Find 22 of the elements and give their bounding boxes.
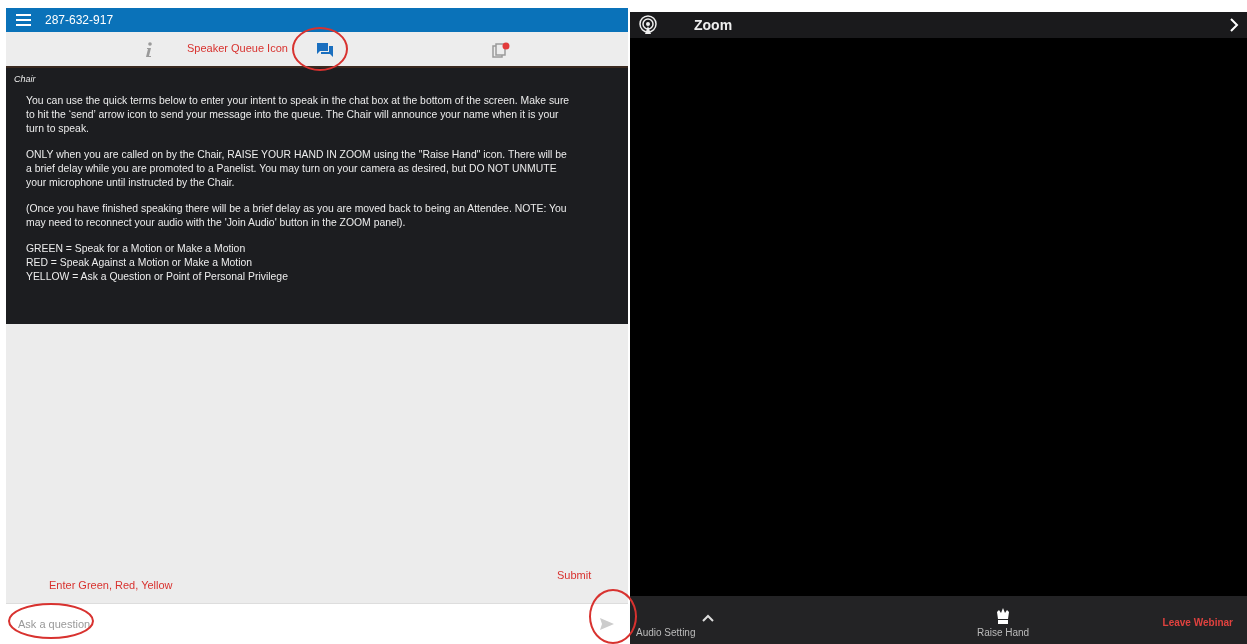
info-icon <box>145 42 153 58</box>
message-paragraph: ONLY when you are called on by the Chair, RAISE YOUR HAND IN ZOOM using the "Raise Hand" icon. There will be a brief delay while you are promoted to a Panelist. You may turn on your camera as desired, but DO NOT UNMUTE your microphone until instructed by the Chair. <box>26 148 568 190</box>
annotation-label: Submit <box>557 569 592 581</box>
annotation-circle <box>589 589 637 644</box>
send-icon <box>600 618 614 630</box>
broadcast-icon <box>638 15 658 35</box>
meeting-id: 287-632-917 <box>45 13 114 27</box>
annotation-circle <box>292 27 348 71</box>
chevron-right-icon[interactable] <box>1229 18 1239 32</box>
raise-hand-button[interactable]: Raise Hand <box>976 607 1030 638</box>
audio-setting-button[interactable]: Audio Setting <box>636 627 696 638</box>
message-paragraph: (Once you have finished speaking there will be a brief delay as you are moved back to being an Attendee. NOTE: You may need to reconnect your audio with the 'Join Audio' button in the ZOOM panel). <box>26 202 568 230</box>
caret-up-icon[interactable] <box>701 614 714 622</box>
message-paragraph: GREEN = Speak for a Motion or Make a Motion RED = Speak Against a Motion or Make a Motion YELLOW = Ask a Question or Point of Personal Privilege <box>26 242 289 284</box>
chat-icon <box>317 43 333 57</box>
annotation-label: Speaker Queue Icon <box>187 42 288 54</box>
menu-icon[interactable] <box>16 14 31 26</box>
message-paragraph: You can use the quick terms below to enter your intent to speak in the chat box at the bottom of the screen. Make sure to hit the ‘send’ arrow icon to send your message into the queue. The Chair will announce your name when it is your turn to speak. <box>26 94 571 136</box>
annotation-label: Enter Green, Red, Yellow <box>49 579 173 591</box>
message-sender: Chair <box>14 74 37 84</box>
leave-webinar-button[interactable]: Leave Webinar <box>1162 617 1233 628</box>
zoom-title: Zoom <box>694 17 734 33</box>
